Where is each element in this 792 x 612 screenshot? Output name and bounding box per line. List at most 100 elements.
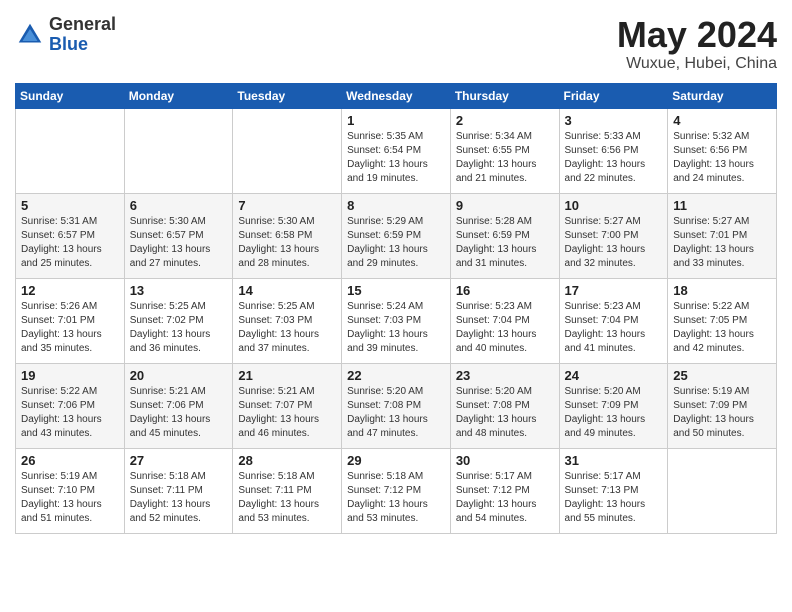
calendar-cell: 14 Sunrise: 5:25 AM Sunset: 7:03 PM Dayli…: [233, 278, 342, 363]
day-info: Sunrise: 5:17 AM Sunset: 7:13 PM Dayligh…: [565, 470, 663, 526]
day-info: Sunrise: 5:20 AM Sunset: 7:09 PM Dayligh…: [565, 385, 663, 441]
logo-general: General: [49, 15, 116, 35]
calendar-cell: 30 Sunrise: 5:17 AM Sunset: 7:12 PM Dayli…: [450, 448, 559, 533]
day-info: Sunrise: 5:19 AM Sunset: 7:09 PM Dayligh…: [673, 385, 771, 441]
logo-text: General Blue: [49, 15, 116, 55]
day-info: Sunrise: 5:20 AM Sunset: 7:08 PM Dayligh…: [456, 385, 554, 441]
calendar-cell: 27 Sunrise: 5:18 AM Sunset: 7:11 PM Dayli…: [124, 448, 233, 533]
day-info: Sunrise: 5:27 AM Sunset: 7:00 PM Dayligh…: [565, 215, 663, 271]
calendar-cell: 21 Sunrise: 5:21 AM Sunset: 7:07 PM Dayli…: [233, 363, 342, 448]
calendar-cell: 24 Sunrise: 5:20 AM Sunset: 7:09 PM Dayli…: [559, 363, 668, 448]
header-monday: Monday: [124, 83, 233, 108]
calendar-cell: 9 Sunrise: 5:28 AM Sunset: 6:59 PM Daylig…: [450, 193, 559, 278]
calendar-cell: [233, 108, 342, 193]
calendar-cell: 23 Sunrise: 5:20 AM Sunset: 7:08 PM Dayli…: [450, 363, 559, 448]
day-number: 3: [565, 113, 663, 128]
calendar-cell: 7Sunrise: 5:30 AM Sunset: 6:58 PM Daylig…: [233, 193, 342, 278]
header-friday: Friday: [559, 83, 668, 108]
calendar-cell: 6Sunrise: 5:30 AM Sunset: 6:57 PM Daylig…: [124, 193, 233, 278]
calendar-cell: 16 Sunrise: 5:23 AM Sunset: 7:04 PM Dayli…: [450, 278, 559, 363]
page-header: General Blue May 2024 Wuxue, Hubei, Chin…: [15, 15, 777, 73]
day-info: Sunrise: 5:23 AM Sunset: 7:04 PM Dayligh…: [565, 300, 663, 356]
day-number: 9: [456, 198, 554, 213]
calendar-week-4: 19Sunrise: 5:22 AM Sunset: 7:06 PM Dayli…: [16, 363, 777, 448]
day-number: 13: [130, 283, 228, 298]
day-number: 16: [456, 283, 554, 298]
calendar-cell: 29Sunrise: 5:18 AM Sunset: 7:12 PM Dayli…: [342, 448, 451, 533]
day-info: Sunrise: 5:17 AM Sunset: 7:12 PM Dayligh…: [456, 470, 554, 526]
day-number: 4: [673, 113, 771, 128]
calendar-week-1: 1 Sunrise: 5:35 AM Sunset: 6:54 PM Daylig…: [16, 108, 777, 193]
day-info: Sunrise: 5:27 AM Sunset: 7:01 PM Dayligh…: [673, 215, 771, 271]
logo: General Blue: [15, 15, 116, 55]
day-info: Sunrise: 5:23 AM Sunset: 7:04 PM Dayligh…: [456, 300, 554, 356]
day-number: 31: [565, 453, 663, 468]
day-info: Sunrise: 5:33 AM Sunset: 6:56 PM Dayligh…: [565, 130, 663, 186]
calendar-cell: 2 Sunrise: 5:34 AM Sunset: 6:55 PM Daylig…: [450, 108, 559, 193]
day-info: Sunrise: 5:29 AM Sunset: 6:59 PM Dayligh…: [347, 215, 445, 271]
day-number: 28: [238, 453, 336, 468]
logo-blue: Blue: [49, 35, 116, 55]
header-saturday: Saturday: [668, 83, 777, 108]
calendar-cell: 28 Sunrise: 5:18 AM Sunset: 7:11 PM Dayli…: [233, 448, 342, 533]
calendar-week-2: 5Sunrise: 5:31 AM Sunset: 6:57 PM Daylig…: [16, 193, 777, 278]
day-info: Sunrise: 5:26 AM Sunset: 7:01 PM Dayligh…: [21, 300, 119, 356]
day-number: 14: [238, 283, 336, 298]
day-number: 6: [130, 198, 228, 213]
calendar-cell: [16, 108, 125, 193]
day-number: 21: [238, 368, 336, 383]
calendar-cell: 19Sunrise: 5:22 AM Sunset: 7:06 PM Dayli…: [16, 363, 125, 448]
calendar-week-3: 12 Sunrise: 5:26 AM Sunset: 7:01 PM Dayli…: [16, 278, 777, 363]
calendar-week-5: 26Sunrise: 5:19 AM Sunset: 7:10 PM Dayli…: [16, 448, 777, 533]
calendar-cell: 10 Sunrise: 5:27 AM Sunset: 7:00 PM Dayli…: [559, 193, 668, 278]
day-number: 18: [673, 283, 771, 298]
day-number: 30: [456, 453, 554, 468]
logo-icon: [15, 20, 45, 50]
day-number: 24: [565, 368, 663, 383]
weekday-row: Sunday Monday Tuesday Wednesday Thursday…: [16, 83, 777, 108]
day-info: Sunrise: 5:18 AM Sunset: 7:11 PM Dayligh…: [130, 470, 228, 526]
day-number: 10: [565, 198, 663, 213]
calendar-cell: 4 Sunrise: 5:32 AM Sunset: 6:56 PM Daylig…: [668, 108, 777, 193]
day-number: 23: [456, 368, 554, 383]
day-info: Sunrise: 5:21 AM Sunset: 7:06 PM Dayligh…: [130, 385, 228, 441]
day-info: Sunrise: 5:32 AM Sunset: 6:56 PM Dayligh…: [673, 130, 771, 186]
month-title: May 2024: [617, 15, 777, 55]
calendar-cell: 1 Sunrise: 5:35 AM Sunset: 6:54 PM Daylig…: [342, 108, 451, 193]
title-block: May 2024 Wuxue, Hubei, China: [617, 15, 777, 73]
header-sunday: Sunday: [16, 83, 125, 108]
calendar-cell: 3 Sunrise: 5:33 AM Sunset: 6:56 PM Daylig…: [559, 108, 668, 193]
calendar-cell: [124, 108, 233, 193]
header-wednesday: Wednesday: [342, 83, 451, 108]
calendar-cell: [668, 448, 777, 533]
day-info: Sunrise: 5:34 AM Sunset: 6:55 PM Dayligh…: [456, 130, 554, 186]
day-number: 27: [130, 453, 228, 468]
calendar-cell: 13 Sunrise: 5:25 AM Sunset: 7:02 PM Dayli…: [124, 278, 233, 363]
day-number: 15: [347, 283, 445, 298]
day-info: Sunrise: 5:21 AM Sunset: 7:07 PM Dayligh…: [238, 385, 336, 441]
day-number: 22: [347, 368, 445, 383]
day-number: 1: [347, 113, 445, 128]
day-info: Sunrise: 5:35 AM Sunset: 6:54 PM Dayligh…: [347, 130, 445, 186]
day-info: Sunrise: 5:22 AM Sunset: 7:06 PM Dayligh…: [21, 385, 119, 441]
day-number: 5: [21, 198, 119, 213]
calendar-cell: 20 Sunrise: 5:21 AM Sunset: 7:06 PM Dayli…: [124, 363, 233, 448]
calendar-cell: 15Sunrise: 5:24 AM Sunset: 7:03 PM Dayli…: [342, 278, 451, 363]
calendar-cell: 22Sunrise: 5:20 AM Sunset: 7:08 PM Dayli…: [342, 363, 451, 448]
day-number: 12: [21, 283, 119, 298]
day-info: Sunrise: 5:25 AM Sunset: 7:02 PM Dayligh…: [130, 300, 228, 356]
day-info: Sunrise: 5:18 AM Sunset: 7:11 PM Dayligh…: [238, 470, 336, 526]
day-number: 25: [673, 368, 771, 383]
header-tuesday: Tuesday: [233, 83, 342, 108]
calendar-cell: 8 Sunrise: 5:29 AM Sunset: 6:59 PM Daylig…: [342, 193, 451, 278]
day-info: Sunrise: 5:25 AM Sunset: 7:03 PM Dayligh…: [238, 300, 336, 356]
day-number: 7: [238, 198, 336, 213]
calendar-body: 1 Sunrise: 5:35 AM Sunset: 6:54 PM Daylig…: [16, 108, 777, 533]
day-number: 2: [456, 113, 554, 128]
calendar-cell: 31 Sunrise: 5:17 AM Sunset: 7:13 PM Dayli…: [559, 448, 668, 533]
calendar-cell: 17Sunrise: 5:23 AM Sunset: 7:04 PM Dayli…: [559, 278, 668, 363]
day-number: 20: [130, 368, 228, 383]
day-number: 8: [347, 198, 445, 213]
day-info: Sunrise: 5:22 AM Sunset: 7:05 PM Dayligh…: [673, 300, 771, 356]
day-info: Sunrise: 5:28 AM Sunset: 6:59 PM Dayligh…: [456, 215, 554, 271]
